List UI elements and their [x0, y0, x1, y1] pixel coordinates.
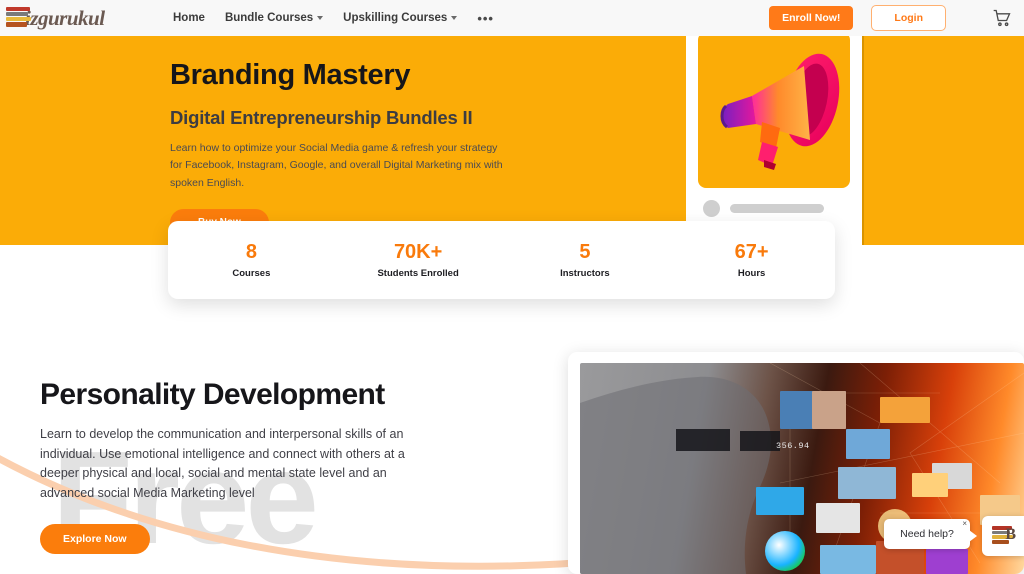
chat-launcher-button[interactable]: B — [982, 516, 1024, 556]
shopping-cart-icon[interactable] — [992, 8, 1012, 28]
carousel-dot[interactable] — [703, 200, 720, 217]
stat-item: 67+ Hours — [668, 241, 835, 279]
nav-item-upskilling-courses[interactable]: Upskilling Courses — [343, 12, 458, 24]
stacked-books-icon — [6, 6, 32, 30]
nav-item-home-label: Home — [173, 12, 205, 24]
page-root: izgurukul Home Bundle Courses Upskilling… — [0, 0, 1024, 574]
stat-value: 8 — [245, 241, 257, 263]
personality-development-section: Personality Development Learn to develop… — [40, 378, 460, 554]
stats-bar: 8 Courses 70K+ Students Enrolled 5 Instr… — [168, 221, 835, 299]
carousel-controls[interactable] — [703, 200, 824, 217]
section-title: Personality Development — [40, 378, 385, 411]
hero-content: Branding Mastery Digital Entrepreneurshi… — [170, 59, 680, 236]
stat-label: Courses — [232, 268, 271, 279]
carousel-progress-bar[interactable] — [730, 204, 824, 213]
hero-slide-card[interactable] — [698, 32, 850, 188]
chat-help-bubble[interactable]: Need help? × — [884, 519, 977, 549]
stat-item: 70K+ Students Enrolled — [335, 241, 502, 279]
nav-actions: Enroll Now! Login — [769, 0, 1012, 36]
close-icon[interactable]: × — [962, 520, 967, 528]
stat-item: 8 Courses — [168, 241, 335, 279]
chat-bubble-text: Need help? — [900, 528, 954, 540]
section-description: Learn to develop the communication and i… — [40, 427, 405, 500]
top-navigation-bar: izgurukul Home Bundle Courses Upskilling… — [0, 0, 1024, 36]
nav-item-bundle-courses-label: Bundle Courses — [224, 12, 314, 24]
chevron-down-icon — [451, 16, 458, 20]
login-button[interactable]: Login — [871, 5, 946, 31]
stat-label: Hours — [737, 268, 766, 279]
hero-title: Branding Mastery — [170, 59, 411, 91]
logo-text: izgurukul — [25, 5, 105, 30]
nav-overflow-menu-icon[interactable]: ••• — [477, 11, 494, 26]
chevron-down-icon — [317, 16, 324, 20]
stat-value: 67+ — [734, 241, 769, 263]
stat-label: Instructors — [560, 268, 610, 279]
nav-item-upskilling-courses-label: Upskilling Courses — [343, 12, 448, 24]
site-logo[interactable]: izgurukul — [6, 2, 105, 34]
hero-subtitle: Digital Entrepreneurship Bundles II — [170, 106, 473, 128]
stat-label: Students Enrolled — [377, 268, 459, 279]
hero-description: Learn how to optimize your Social Media … — [170, 141, 503, 189]
nav-item-home[interactable]: Home — [173, 12, 205, 24]
stat-item: 5 Instructors — [502, 241, 669, 279]
stat-value: 5 — [579, 241, 591, 263]
nav-item-bundle-courses[interactable]: Bundle Courses — [224, 12, 324, 24]
bizgurukul-books-logo-icon: B — [992, 526, 1016, 546]
overlay-number: 356.94 — [776, 441, 810, 451]
enroll-now-button[interactable]: Enroll Now! — [769, 6, 854, 30]
megaphone-image — [720, 53, 840, 170]
nav-links: Home Bundle Courses Upskilling Courses •… — [173, 0, 494, 36]
stat-value: 70K+ — [393, 241, 443, 263]
hero-background-right — [862, 26, 1024, 245]
explore-now-button[interactable]: Explore Now — [40, 524, 150, 554]
